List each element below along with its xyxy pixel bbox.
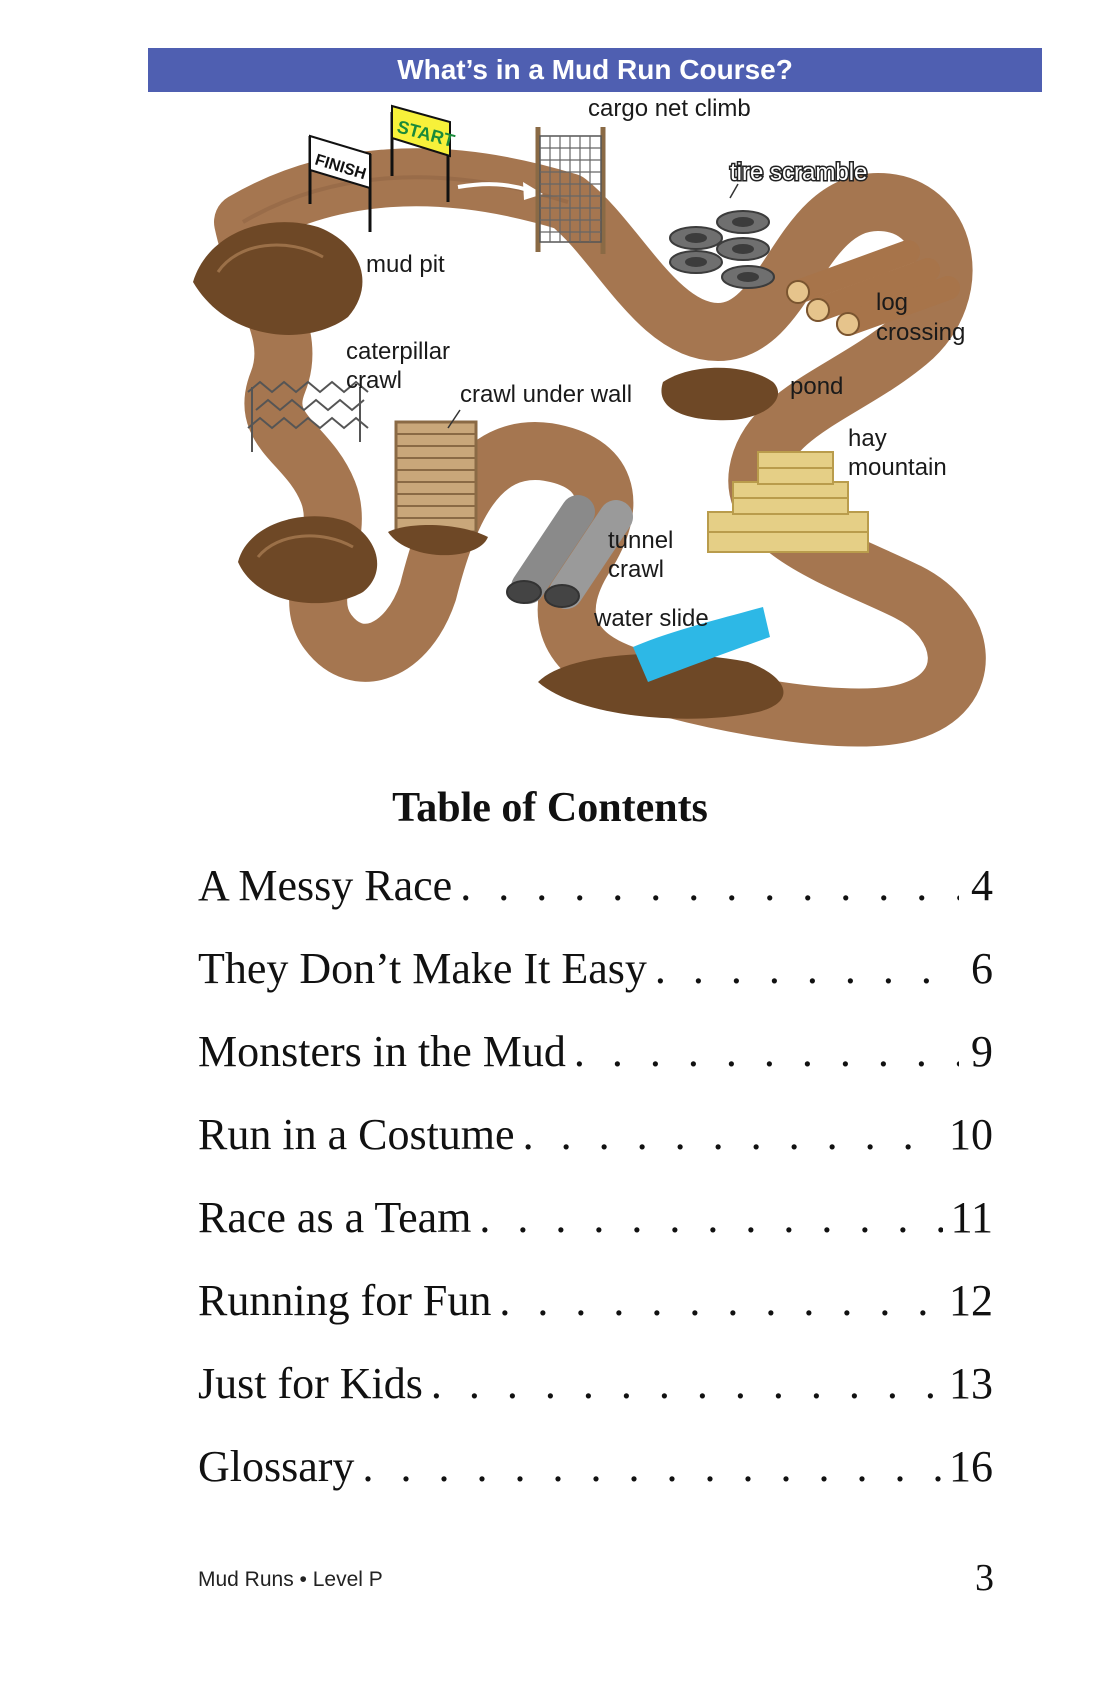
label-water-slide: water slide bbox=[593, 605, 709, 632]
label-mud-pit: mud pit bbox=[366, 251, 445, 278]
label-crawl-under-wall: crawl under wall bbox=[460, 381, 632, 408]
label-log-crossing-line-1: log bbox=[876, 289, 908, 316]
toc-heading: Table of Contents bbox=[392, 785, 708, 831]
toc-entry-title: Glossary bbox=[198, 1442, 355, 1491]
crawl-under-wall-obstacle bbox=[388, 420, 488, 556]
toc-entry-page: 11 bbox=[950, 1193, 993, 1242]
tunnel-crawl-obstacle bbox=[506, 495, 633, 609]
label-cargo-net-climb: cargo net climb bbox=[588, 95, 751, 122]
toc-entry[interactable]: Glossary 16 bbox=[198, 1441, 993, 1524]
mud-run-course-illustration: FINISH START cargo net climb tire scramb… bbox=[193, 95, 986, 747]
toc-leader-dots bbox=[523, 1109, 941, 1160]
toc-entry-page: 12 bbox=[949, 1276, 993, 1325]
toc-entry[interactable]: Race as a Team 11 bbox=[198, 1192, 993, 1275]
table-of-contents: A Messy Race 4 They Don’t Make It Easy 6 Mon… bbox=[198, 860, 993, 1524]
toc-entry-title: They Don’t Make It Easy bbox=[198, 944, 647, 993]
toc-entry[interactable]: Run in a Costume 10 bbox=[198, 1109, 993, 1192]
label-hay-line-1: hay bbox=[848, 425, 887, 452]
toc-entry[interactable]: A Messy Race 4 bbox=[198, 860, 993, 943]
label-caterpillar-line-1: caterpillar bbox=[346, 338, 450, 365]
toc-entry-title: Monsters in the Mud bbox=[198, 1027, 566, 1076]
tire-scramble-obstacle bbox=[669, 210, 775, 289]
footer-page-number: 3 bbox=[975, 1557, 994, 1599]
toc-entry-page: 16 bbox=[949, 1442, 993, 1491]
footer-book-title: Mud Runs • Level P bbox=[198, 1568, 383, 1591]
toc-entry[interactable]: Just for Kids 13 bbox=[198, 1358, 993, 1441]
label-tunnel-line-2: crawl bbox=[608, 556, 664, 583]
toc-entry[interactable]: They Don’t Make It Easy 6 bbox=[198, 943, 993, 1026]
label-caterpillar-line-2: crawl bbox=[346, 367, 402, 394]
toc-leader-dots bbox=[479, 1192, 942, 1243]
toc-entry-page: 4 bbox=[971, 861, 993, 910]
toc-entry-title: A Messy Race bbox=[198, 861, 453, 910]
toc-entry[interactable]: Monsters in the Mud 9 bbox=[198, 1026, 993, 1109]
mud-mound bbox=[238, 516, 378, 604]
toc-entry-page: 13 bbox=[949, 1359, 993, 1408]
toc-leader-dots bbox=[655, 943, 959, 994]
toc-entry-page: 10 bbox=[949, 1110, 993, 1159]
pond bbox=[661, 367, 779, 421]
toc-entry-title: Just for Kids bbox=[198, 1359, 423, 1408]
label-tunnel-line-1: tunnel bbox=[608, 527, 673, 554]
toc-entry[interactable]: Running for Fun 12 bbox=[198, 1275, 993, 1358]
toc-leader-dots bbox=[460, 860, 959, 911]
toc-entry-title: Run in a Costume bbox=[198, 1110, 515, 1159]
toc-leader-dots bbox=[499, 1275, 941, 1326]
toc-entry-title: Race as a Team bbox=[198, 1193, 472, 1242]
toc-entry-title: Running for Fun bbox=[198, 1276, 492, 1325]
label-pond: pond bbox=[790, 373, 843, 400]
toc-entry-page: 9 bbox=[971, 1027, 993, 1076]
label-hay-line-2: mountain bbox=[848, 454, 947, 481]
label-tire-scramble: tire scramble bbox=[730, 159, 867, 186]
toc-leader-dots bbox=[362, 1441, 941, 1492]
toc-leader-dots bbox=[574, 1026, 959, 1077]
toc-leader-dots bbox=[431, 1358, 941, 1409]
illustration-title-banner: What’s in a Mud Run Course? bbox=[148, 48, 1042, 92]
label-log-crossing-line-2: crossing bbox=[876, 319, 965, 346]
toc-entry-page: 6 bbox=[971, 944, 993, 993]
